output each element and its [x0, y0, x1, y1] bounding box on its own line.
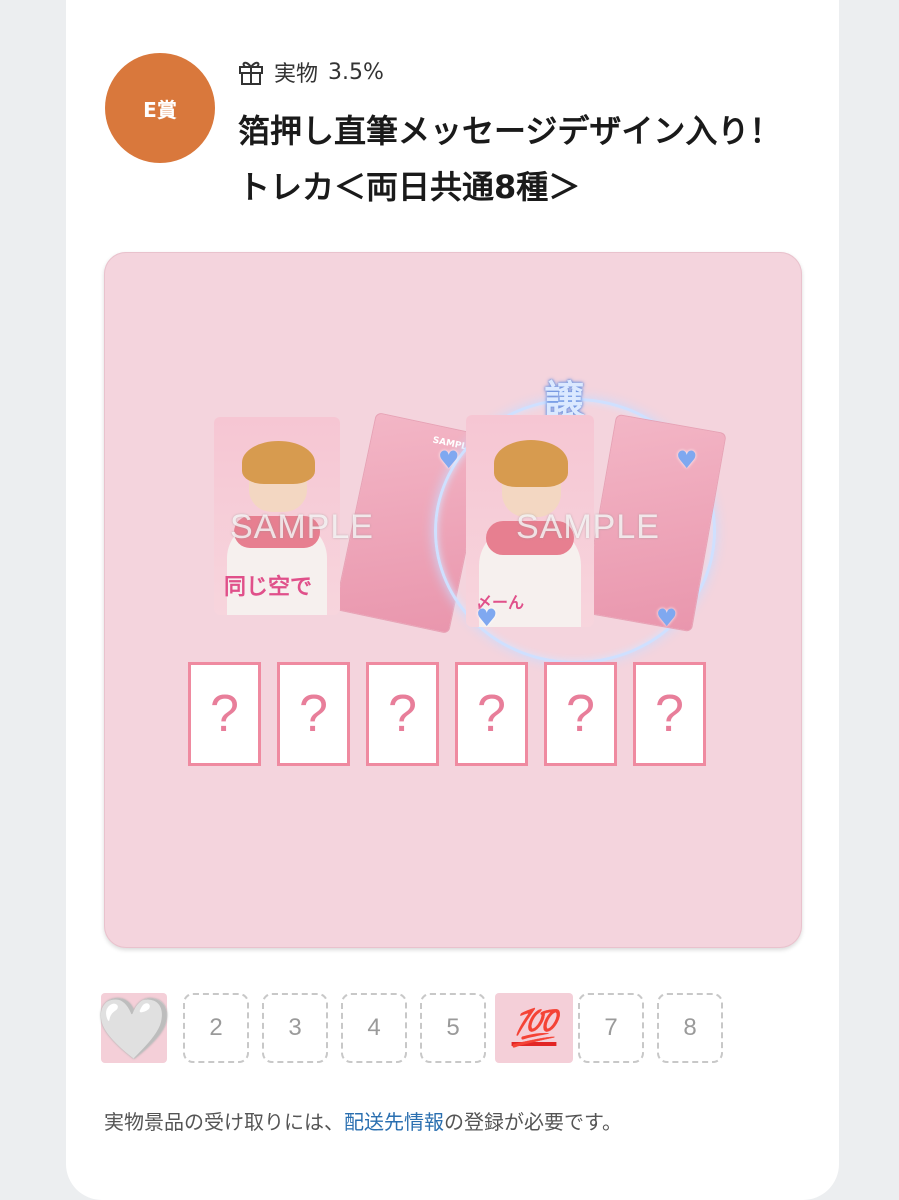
shipping-notice: 実物景品の受け取りには、配送先情報の登録が必要です。 [104, 1106, 622, 1135]
mystery-slot: ? [188, 662, 261, 766]
variant-thumb-8[interactable]: 8 [657, 993, 723, 1063]
prize-probability: 3.5% [328, 59, 384, 85]
variant-thumb-7[interactable]: 7 [578, 993, 644, 1063]
heart-icon: ♥ [656, 604, 678, 632]
sample-watermark-right: SAMPLE [516, 508, 660, 546]
prize-title: 箔押し直筆メッセージデザイン入り！トレカ＜両日共通8種＞ [238, 112, 782, 206]
prize-rank-label: E賞 [143, 97, 177, 122]
notice-text-after: の登録が必要です。 [444, 1110, 622, 1134]
mystery-slot: ? [366, 662, 439, 766]
heart-icon: ♥ [676, 446, 698, 474]
variant-thumb-2[interactable]: 2 [183, 993, 249, 1063]
variant-selector: 🤍 2 3 4 5 💯 7 8 [97, 991, 741, 1067]
variant-thumb-6[interactable]: 💯 [495, 993, 573, 1063]
heart-icon: ♥ [476, 604, 498, 632]
variant-thumb-1[interactable]: 🤍 [97, 993, 171, 1063]
sample-watermark-left: SAMPLE [230, 508, 374, 546]
signature-left: 同じ空で [224, 575, 313, 600]
mystery-slot: ? [544, 662, 617, 766]
mystery-slot: ? [277, 662, 350, 766]
variant-thumb-5[interactable]: 5 [420, 993, 486, 1063]
heart-icon: ♥ [438, 446, 460, 474]
variant-thumb-3[interactable]: 3 [262, 993, 328, 1063]
gift-icon [238, 58, 264, 86]
mystery-card-slots: ? ? ? ? ? ? [188, 662, 718, 772]
prize-sample-image: SAMPLE 同じ空で SAMPLE 譲 〆ーん SAMPLE ♥ ♥ ♥ ♥ … [104, 252, 802, 948]
variant-thumb-4[interactable]: 4 [341, 993, 407, 1063]
prize-rank-badge: E賞 [105, 53, 215, 163]
shipping-info-link[interactable]: 配送先情報 [344, 1110, 444, 1134]
mystery-slot: ? [633, 662, 706, 766]
prize-meta: 実物 3.5% [238, 56, 384, 88]
notice-text-before: 実物景品の受け取りには、 [104, 1110, 344, 1134]
prize-type: 実物 [274, 62, 319, 87]
mystery-slot: ? [455, 662, 528, 766]
